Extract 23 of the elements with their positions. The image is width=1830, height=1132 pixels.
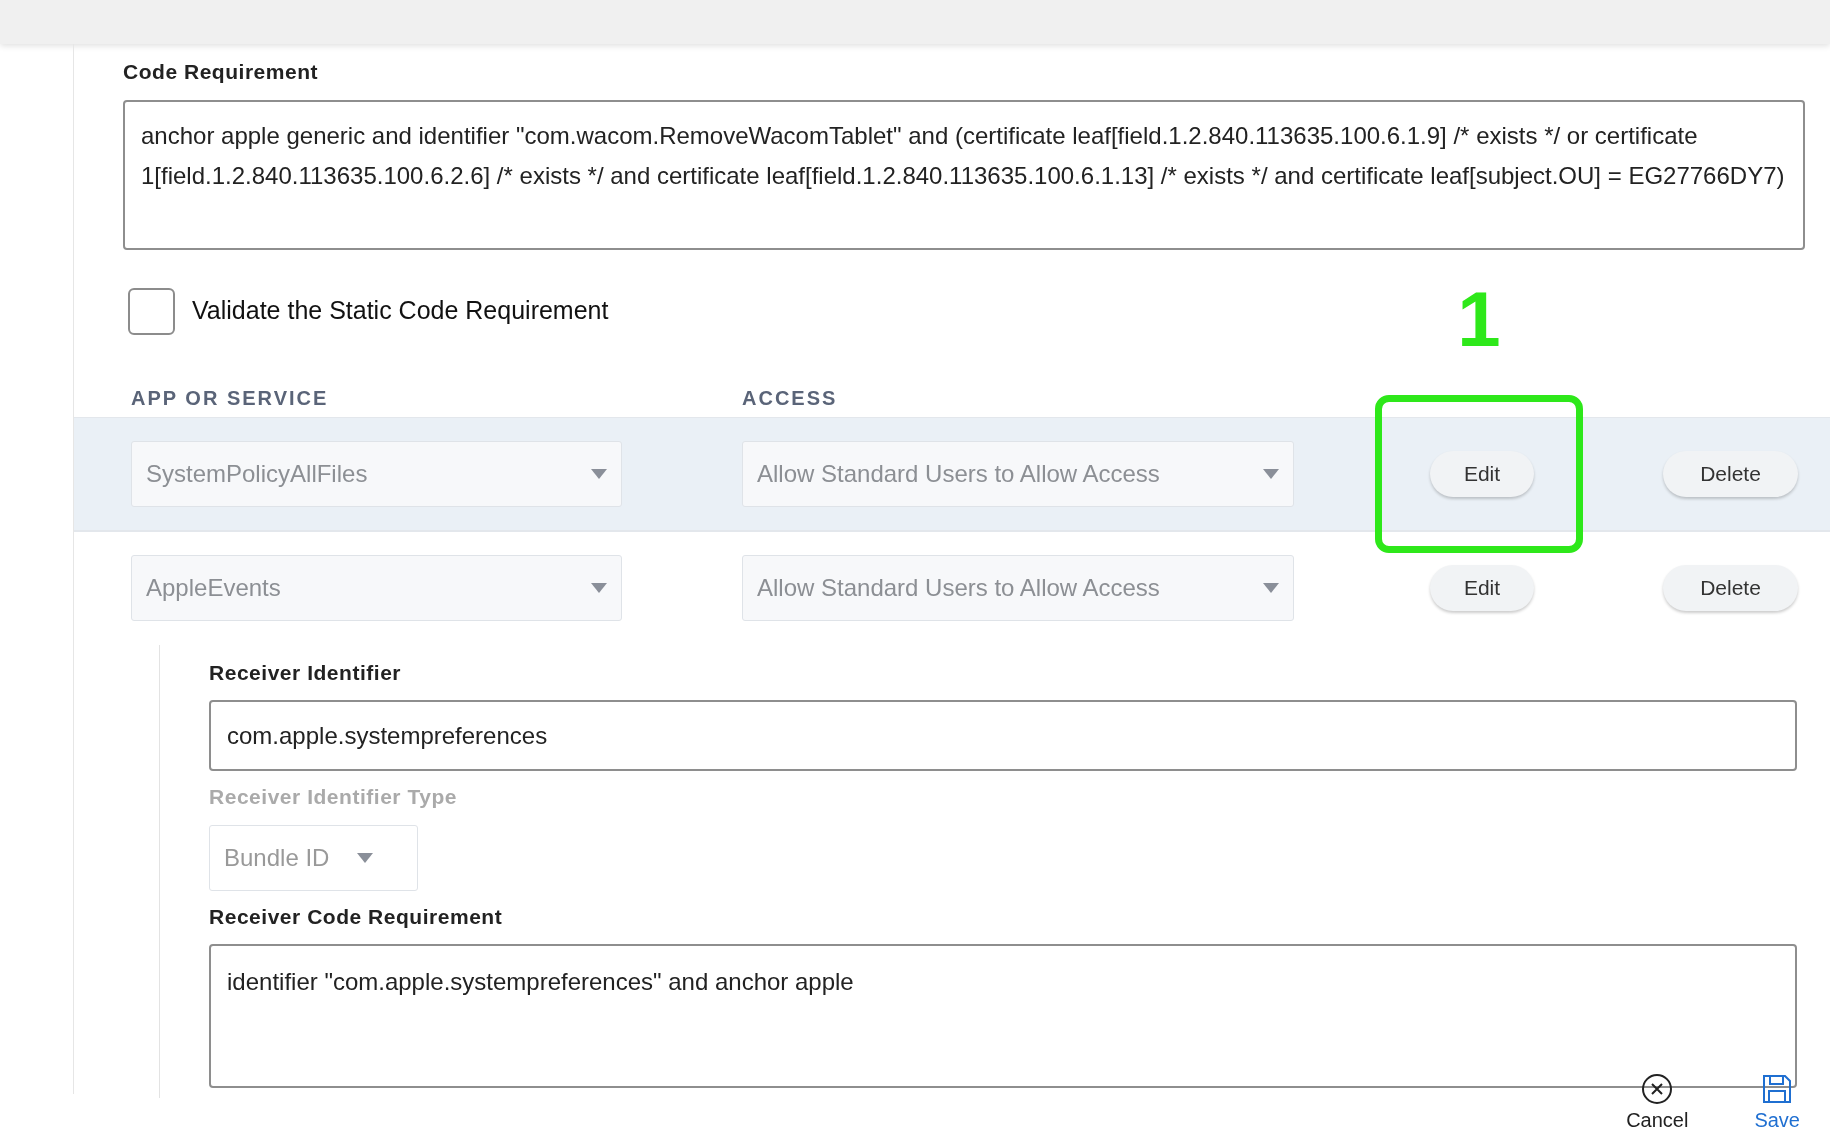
receiver-identifier-field[interactable]: com.apple.systempreferences [209,700,1797,771]
caret-icon [1263,468,1279,479]
column-header: APP OR SERVICE [131,385,330,411]
field-label: Receiver Identifier [209,659,403,686]
checkbox[interactable] [128,287,175,335]
delete-button[interactable]: Delete [1663,450,1798,497]
caret-icon [1263,583,1279,593]
checkbox-label: Validate the Static Code Requirement [192,295,609,327]
column-header: ACCESS [742,385,838,411]
field-label: Receiver Code Requirement [209,903,504,930]
caret-icon [591,583,607,593]
annotation-number: 1 [1457,280,1501,358]
caret-icon [357,852,374,863]
edit-button[interactable]: Edit [1430,565,1534,611]
table-row[interactable]: SystemPolicyAllFiles Allow Standard Users to Allow Access Edit Delete [74,416,1830,531]
close-icon [1641,1073,1674,1105]
edit-button[interactable]: Edit [1430,450,1534,497]
field-label: Code Requirement [123,59,320,85]
delete-button[interactable]: Delete [1663,565,1798,611]
caret-icon [591,468,607,479]
receiver-code-requirement-field[interactable]: identifier "com.apple.systempreferences" and anchor apple [209,944,1797,1088]
code-requirement-field[interactable]: anchor apple generic and identifier "com.wacom.RemoveWacomTablet" and (certificate leaf[field.1.2.840.113635.100.6.1.9] /* exists */ or certificate 1[field.1.2.840.113635.100.6.2.6] /* exists */ and certificate leaf[field.1.2.840.113635.100.6.1.13] /* exists */ and certificate leaf[subject.OU] = EG27766DY7) [123,99,1805,250]
field-label: Receiver Identifier Type [209,784,458,810]
